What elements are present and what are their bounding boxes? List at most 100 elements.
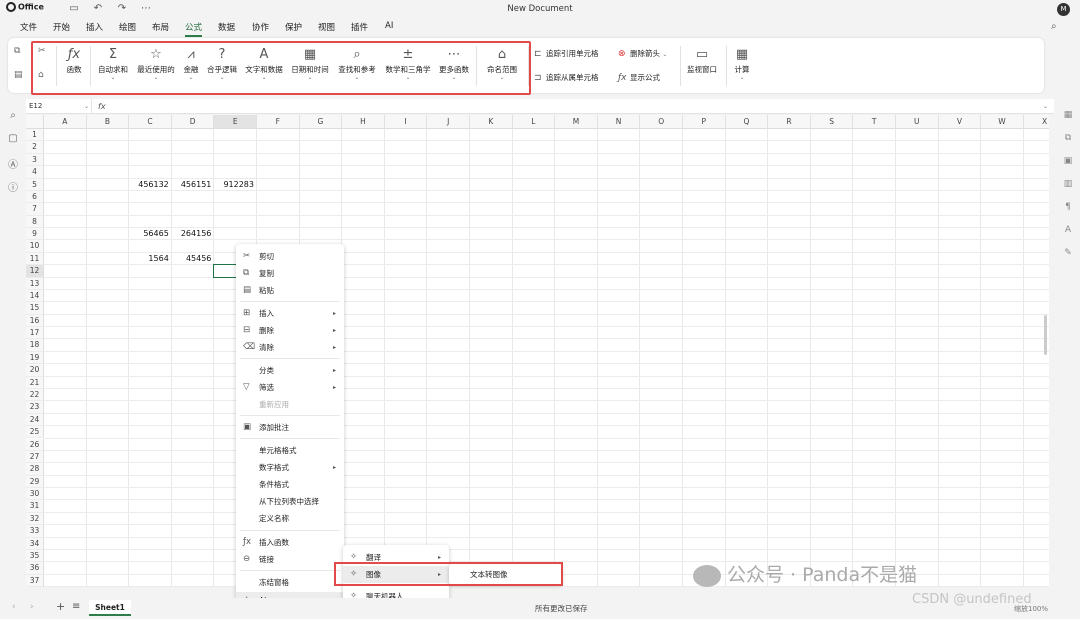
column-header[interactable]: Q [725,115,769,129]
menu-item-item-13[interactable]: 从下拉列表中选择 [236,493,344,510]
column-header[interactable]: I [384,115,428,129]
row-header[interactable]: 12 [26,265,44,278]
vertical-scrollbar[interactable] [1044,315,1047,355]
column-header[interactable]: H [342,115,385,129]
trace-precedents-button[interactable]: ⊏ 追踪引用单元格 [534,48,599,59]
cell-d5[interactable]: 456151 [172,179,212,191]
column-header[interactable]: C [129,115,172,129]
row-header[interactable]: 19 [26,351,44,365]
expand-chevron-icon[interactable]: ⌄ [1043,99,1048,114]
menu-item-function[interactable]: ƒx 插入函数 [236,534,344,551]
menu-home[interactable]: 开始 [53,21,70,33]
column-header[interactable]: A [44,115,87,129]
select-all-corner[interactable] [26,115,44,129]
clipboard-copy-icon[interactable]: ⧉ [14,46,20,56]
cell-d11[interactable]: 45456 [172,253,211,265]
row-header[interactable]: 28 [26,463,44,476]
row-header[interactable]: 1 [26,129,44,142]
menu-item-item-14[interactable]: 定义名称 [236,510,344,527]
column-header[interactable]: E [214,115,257,129]
menu-protect[interactable]: 保护 [285,21,302,33]
more-icon[interactable]: ⋯ [140,3,152,15]
autosum-button[interactable]: Σ 自动求和 ⌄ [94,47,132,81]
row-header[interactable]: 32 [26,512,44,526]
undo-icon[interactable]: ↶ [92,3,104,15]
row-header[interactable]: 15 [26,302,44,315]
menu-ai[interactable]: AI [385,21,393,31]
text-art-icon[interactable]: A [1061,225,1075,239]
menu-view[interactable]: 视图 [318,21,335,33]
row-header[interactable]: 7 [26,203,44,216]
image-icon[interactable]: ▣ [1061,156,1075,170]
math-trig-button[interactable]: ± 数学和三角学 ⌄ [382,47,434,81]
menu-item-copy[interactable]: ⧉ 复制 [236,265,344,282]
column-header[interactable]: U [896,115,939,129]
menu-item-scissors[interactable]: ✂ 剪切 [236,248,344,265]
row-header[interactable]: 9 [26,228,44,241]
row-header[interactable]: 10 [26,240,44,253]
column-header[interactable]: G [299,115,343,129]
avatar[interactable]: M [1057,3,1070,16]
logical-button[interactable]: ? 合乎逻辑 ⌄ [204,47,240,81]
cell-c9[interactable]: 56465 [129,228,168,240]
menu-insert[interactable]: 插入 [86,21,103,33]
layers-icon[interactable]: ⧉ [1061,133,1075,147]
cell-c5[interactable]: 456132 [129,179,169,191]
row-header[interactable]: 35 [26,549,44,563]
menu-plugins[interactable]: 插件 [351,21,368,33]
paste-icon[interactable]: ▤ [14,70,23,80]
table-icon[interactable]: ▦ [1061,110,1075,124]
financial-button[interactable]: ⩘ 金融 ⌄ [178,47,204,81]
sheet-tab[interactable]: Sheet1 [89,600,131,616]
menu-item-translate[interactable]: ✧ 翻译 ▸ [343,549,449,566]
add-sheet-icon[interactable]: + [56,600,65,613]
menu-item-item-6[interactable]: 分类 ▸ [236,362,344,379]
lookup-button[interactable]: ⌕ 查找和参考 ⌄ [334,47,380,81]
cell-c11[interactable]: 1564 [129,253,168,265]
row-header[interactable]: 23 [26,401,44,414]
row-header[interactable]: 16 [26,314,44,328]
sheet-list-icon[interactable]: ≡ [72,601,80,612]
row-header[interactable]: 27 [26,450,44,464]
recently-used-button[interactable]: ☆ 最近使用的 ⌄ [134,47,178,81]
column-header[interactable]: V [938,115,982,129]
row-header[interactable]: 22 [26,388,44,402]
row-header[interactable]: 5 [26,178,44,191]
search-icon[interactable]: ⌕ [1051,21,1057,32]
menu-item-clipboard[interactable]: ▤ 粘贴 [236,282,344,299]
row-header[interactable]: 8 [26,215,44,229]
more-functions-button[interactable]: ⋯ 更多函数 ⌄ [436,47,472,81]
row-header[interactable]: 14 [26,289,44,303]
column-header[interactable]: S [810,115,854,129]
row-header[interactable]: 25 [26,426,44,439]
column-header[interactable]: R [768,115,811,129]
menu-layout[interactable]: 布局 [152,21,169,33]
save-icon[interactable]: ▭ [68,3,80,15]
formula-input[interactable] [116,99,1016,114]
row-header[interactable]: 33 [26,525,44,538]
row-header[interactable]: 29 [26,475,44,488]
date-time-button[interactable]: ▦ 日期和时间 ⌄ [288,47,332,81]
cell-e5[interactable]: 912283 [214,179,254,191]
calculate-button[interactable]: ▦ 计算 ⌄ [730,47,754,81]
signature-icon[interactable]: ✎ [1061,248,1075,262]
row-header[interactable]: 3 [26,153,44,167]
search-icon[interactable]: ⌕ [6,110,20,124]
menu-item-insert-cells[interactable]: ⊞ 插入 ▸ [236,305,344,322]
row-header[interactable]: 13 [26,277,44,290]
row-header[interactable]: 2 [26,141,44,154]
row-header[interactable]: 24 [26,413,44,427]
menu-item-item-10[interactable]: 单元格格式 [236,442,344,459]
menu-draw[interactable]: 绘图 [119,21,136,33]
row-header[interactable]: 6 [26,190,44,204]
row-header[interactable]: 31 [26,500,44,513]
row-header[interactable]: 20 [26,364,44,377]
menu-item-item-17[interactable]: 冻结窗格 [236,574,344,591]
cell-d9[interactable]: 264156 [172,228,212,240]
prev-sheet-icon[interactable]: ‹ [12,602,16,612]
named-ranges-button[interactable]: ⌂ 命名范围 ⌄ [480,47,524,81]
trace-dependents-button[interactable]: ⊐ 追踪从属单元格 [534,72,599,83]
menu-file[interactable]: 文件 [20,21,37,33]
next-sheet-icon[interactable]: › [30,602,34,612]
column-header[interactable]: X [1023,115,1049,129]
